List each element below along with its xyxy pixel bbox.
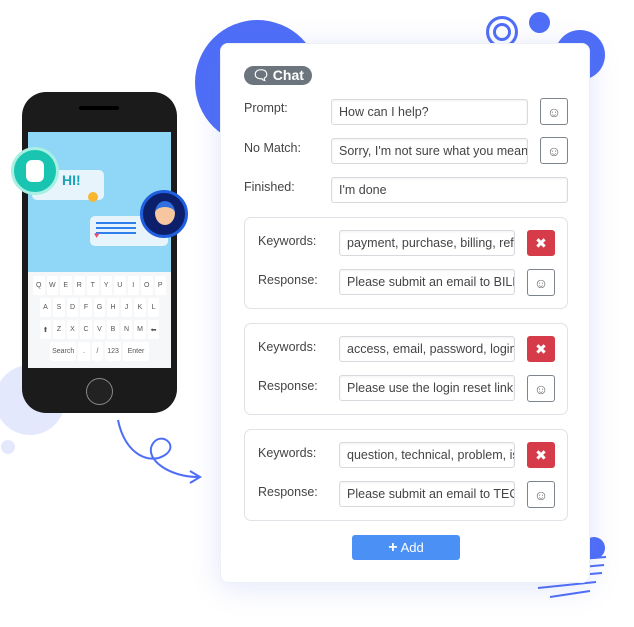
user-avatar: [140, 190, 188, 238]
key: P: [154, 276, 166, 295]
key: U: [114, 276, 126, 295]
key: B: [107, 320, 119, 339]
response-input[interactable]: Please submit an email to BILLING: [339, 269, 515, 295]
smiley-icon: ☺: [533, 274, 549, 291]
keywords-label: Keywords:: [258, 446, 317, 460]
keyword-response-group: Keywords: question, technical, problem, …: [244, 429, 568, 521]
chat-badge: 🗨 Chat: [244, 66, 312, 85]
response-input[interactable]: Please submit an email to TECH: [339, 481, 515, 507]
decor-circle: [1, 440, 15, 454]
key: C: [80, 320, 92, 339]
key: E: [60, 276, 72, 295]
delete-group-button[interactable]: ✖: [527, 230, 555, 256]
keywords-label: Keywords:: [258, 340, 317, 354]
key: I: [127, 276, 139, 295]
keyboard: Q W E R T Y U I O P A S D F G H J K L ⬆ Z X C V B N M ⬅ Search./123 E…: [28, 272, 171, 368]
response-label: Response:: [258, 485, 318, 499]
key: S: [53, 298, 65, 317]
key: O: [141, 276, 153, 295]
key: J: [120, 298, 133, 317]
add-button[interactable]: + Add: [352, 535, 460, 560]
smiley-icon: ☺: [533, 380, 549, 397]
key: X: [66, 320, 79, 339]
prompt-emoji-button[interactable]: ☺: [540, 98, 568, 125]
keywords-input[interactable]: payment, purchase, billing, refund: [339, 230, 515, 256]
nomatch-label: No Match:: [244, 141, 301, 155]
home-button: [86, 378, 113, 405]
key: Z: [53, 320, 65, 339]
smiley-icon: ☺: [533, 486, 549, 503]
response-emoji-button[interactable]: ☺: [527, 269, 555, 296]
key: Q: [33, 276, 45, 295]
response-label: Response:: [258, 273, 318, 287]
prompt-input[interactable]: How can I help?: [331, 99, 528, 125]
curly-arrow-icon: [117, 419, 202, 484]
key: V: [93, 320, 106, 339]
key: M: [134, 320, 146, 339]
key: L: [147, 298, 160, 317]
response-label: Response:: [258, 379, 318, 393]
greeting-text: HI!: [62, 172, 81, 188]
phone-illustration: HI! ♥ Q W E R T Y U I O P A S D F G H J K L ⬆ Z X C V B N M ⬅ Search…: [22, 92, 177, 413]
key: K: [134, 298, 146, 317]
smiley-icon: ☺: [546, 103, 562, 120]
delete-group-button[interactable]: ✖: [527, 336, 555, 362]
close-icon: ✖: [535, 340, 547, 357]
nomatch-input[interactable]: Sorry, I'm not sure what you mean: [331, 138, 528, 164]
chat-badge-label: Chat: [272, 67, 304, 83]
key: Search: [50, 342, 77, 361]
key: /: [91, 342, 104, 361]
plus-icon: +: [388, 538, 398, 556]
close-icon: ✖: [535, 234, 547, 251]
key: G: [93, 298, 106, 317]
delete-group-button[interactable]: ✖: [527, 442, 555, 468]
bot-avatar: [11, 147, 59, 195]
chat-bubbles-icon: 🗨: [252, 67, 270, 83]
key: 123: [105, 342, 121, 361]
key: H: [107, 298, 119, 317]
keyword-response-group: Keywords: payment, purchase, billing, re…: [244, 217, 568, 309]
keywords-label: Keywords:: [258, 234, 317, 248]
key: W: [46, 276, 58, 295]
response-emoji-button[interactable]: ☺: [527, 481, 555, 508]
key: D: [66, 298, 79, 317]
smiley-icon: ☺: [546, 142, 562, 159]
close-icon: ✖: [535, 446, 547, 463]
response-emoji-button[interactable]: ☺: [527, 375, 555, 402]
keywords-input[interactable]: access, email, password, login: [339, 336, 515, 362]
key: ⬆: [39, 320, 52, 339]
keyword-response-group: Keywords: access, email, password, login…: [244, 323, 568, 415]
key: T: [87, 276, 99, 295]
add-label: Add: [400, 540, 424, 555]
nomatch-emoji-button[interactable]: ☺: [540, 137, 568, 164]
key: F: [80, 298, 92, 317]
finished-label: Finished:: [244, 180, 295, 194]
key: ⬅: [147, 320, 160, 339]
response-input[interactable]: Please use the login reset link: [339, 375, 515, 401]
decor-circle: [529, 12, 550, 33]
key: N: [120, 320, 133, 339]
key: Enter: [122, 342, 149, 361]
key: .: [78, 342, 90, 361]
finished-input[interactable]: I'm done: [331, 177, 568, 203]
key: R: [73, 276, 85, 295]
chat-config-card: 🗨 Chat Prompt: How can I help? ☺ No Match…: [220, 43, 590, 583]
heart-icon: ♥: [94, 230, 100, 240]
key: Y: [100, 276, 112, 295]
key: A: [39, 298, 52, 317]
keywords-input[interactable]: question, technical, problem, issue: [339, 442, 515, 468]
prompt-label: Prompt:: [244, 101, 288, 115]
